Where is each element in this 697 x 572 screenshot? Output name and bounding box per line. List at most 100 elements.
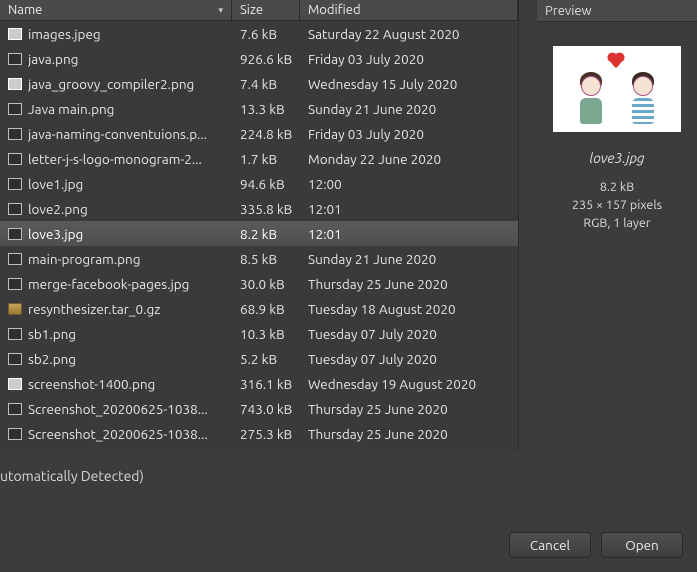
file-row[interactable]: java.png 926.6 kBFriday 03 July 2020 [0,46,518,71]
image-icon [8,228,22,240]
file-size: 68.9 kB [232,301,300,317]
preview-panel: Preview love3.jpg 8.2 kB 235 × 157 pixel… [537,0,697,450]
file-size: 8.2 kB [232,226,300,242]
file-size: 1.7 kB [232,151,300,167]
file-modified: Thursday 25 June 2020 [300,401,518,417]
file-modified: Monday 22 June 2020 [300,151,518,167]
archive-icon [8,303,22,315]
file-row[interactable]: Screenshot_20200625-1038...275.3 kBThurs… [0,421,518,446]
file-row[interactable]: screenshot-1400.png 316.1 kBWednesday 19 … [0,371,518,396]
image-icon [8,78,22,90]
file-row[interactable]: images.jpeg 7.6 kBSaturday 22 August 2020 [0,21,518,46]
image-icon [8,353,22,365]
file-size: 335.8 kB [232,201,300,217]
file-row[interactable]: sb1.png10.3 kBTuesday 07 July 2020 [0,321,518,346]
file-rows: images.jpeg 7.6 kBSaturday 22 August 2020… [0,21,518,450]
preview-thumbnail [553,46,681,132]
file-size: 5.2 kB [232,351,300,367]
file-name: letter-j-s-logo-monogram-2... [28,151,202,167]
image-icon [8,428,22,440]
file-modified: Tuesday 18 August 2020 [300,301,518,317]
file-row[interactable]: letter-j-s-logo-monogram-2... 1.7 kBMonda… [0,146,518,171]
file-row[interactable]: main-program.png8.5 kBSunday 21 June 202… [0,246,518,271]
column-header-size[interactable]: Size [232,0,300,20]
file-modified: Tuesday 07 July 2020 [300,351,518,367]
cancel-button-label: Cancel [530,537,570,553]
file-name: sb1.png [28,326,76,342]
column-header-modified[interactable]: Modified [300,0,518,20]
preview-header-label: Preview [545,4,592,18]
file-row[interactable]: love1.jpg 94.6 kB12:00 [0,171,518,196]
preview-figure-left [579,72,603,124]
file-name: Java main.png [28,101,114,117]
file-size: 316.1 kB [232,376,300,392]
column-header-row: Name ▾ Size Modified [0,0,518,21]
image-icon [8,153,22,165]
image-icon [8,203,22,215]
file-row[interactable]: love3.jpg8.2 kB12:01 [0,221,518,246]
file-modified: Wednesday 19 August 2020 [300,376,518,392]
image-icon [8,28,22,40]
file-modified: Wednesday 15 July 2020 [300,76,518,92]
heart-icon [609,54,623,68]
preview-figure-right [631,72,655,124]
file-name: images.jpeg [28,26,101,42]
preview-header: Preview [537,0,697,22]
file-size: 926.6 kB [232,51,300,67]
file-size: 94.6 kB [232,176,300,192]
image-icon [8,328,22,340]
file-modified: Friday 03 July 2020 [300,126,518,142]
file-name: main-program.png [28,251,141,267]
file-row[interactable]: merge-facebook-pages.jpg 30.0 kBThursday … [0,271,518,296]
open-button[interactable]: Open [601,532,683,558]
image-icon [8,378,22,390]
column-header-size-label: Size [240,3,263,17]
file-row[interactable]: java-naming-conventuions.p... 224.8 kBFri… [0,121,518,146]
file-row[interactable]: Screenshot_20200625-1038... 743.0 kBThurs… [0,396,518,421]
column-header-name[interactable]: Name ▾ [0,0,232,20]
file-size: 275.3 kB [232,426,300,442]
image-icon [8,53,22,65]
open-button-label: Open [625,537,659,553]
image-icon [8,178,22,190]
cancel-button[interactable]: Cancel [509,532,591,558]
file-name: resynthesizer.tar_0.gz [28,301,160,317]
file-name: screenshot-1400.png [28,376,155,392]
file-name: merge-facebook-pages.jpg [28,276,189,292]
file-row[interactable]: love2.png335.8 kB12:01 [0,196,518,221]
filetype-strip: utomatically Detected) [0,450,697,510]
file-name: Screenshot_20200625-1038... [28,426,208,442]
file-size: 224.8 kB [232,126,300,142]
file-row[interactable]: Java main.png13.3 kBSunday 21 June 2020 [0,96,518,121]
file-modified: Thursday 25 June 2020 [300,276,518,292]
file-modified: 12:01 [300,226,518,242]
image-icon [8,278,22,290]
preview-size: 8.2 kB [572,178,662,196]
file-name: sb2.png [28,351,76,367]
file-size: 7.6 kB [232,26,300,42]
file-row[interactable]: sb2.png 5.2 kBTuesday 07 July 2020 [0,346,518,371]
file-size: 13.3 kB [232,101,300,117]
file-modified: Sunday 21 June 2020 [300,251,518,267]
file-name: java_groovy_compiler2.png [28,76,194,92]
file-name: java-naming-conventuions.p... [28,126,207,142]
preview-metadata: 8.2 kB 235 × 157 pixels RGB, 1 layer [572,178,662,232]
file-row[interactable]: Screenshot_20200625-1039...577.7 kBThurs… [0,446,518,450]
column-header-name-label: Name [8,3,42,17]
file-size: 10.3 kB [232,326,300,342]
file-name: java.png [28,51,78,67]
file-size: 7.4 kB [232,76,300,92]
dialog-button-row: Cancel Open [509,532,683,558]
column-header-modified-label: Modified [308,3,361,17]
file-name: Screenshot_20200625-1038... [28,401,208,417]
file-modified: Friday 03 July 2020 [300,51,518,67]
sort-indicator-icon: ▾ [218,5,223,16]
file-size: 30.0 kB [232,276,300,292]
file-row[interactable]: java_groovy_compiler2.png 7.4 kBWednesday… [0,71,518,96]
image-icon [8,253,22,265]
file-modified: Saturday 22 August 2020 [300,26,518,42]
file-row[interactable]: resynthesizer.tar_0.gz 68.9 kBTuesday 18 … [0,296,518,321]
file-modified: 12:00 [300,176,518,192]
file-name: love1.jpg [28,176,83,192]
file-size: 743.0 kB [232,401,300,417]
